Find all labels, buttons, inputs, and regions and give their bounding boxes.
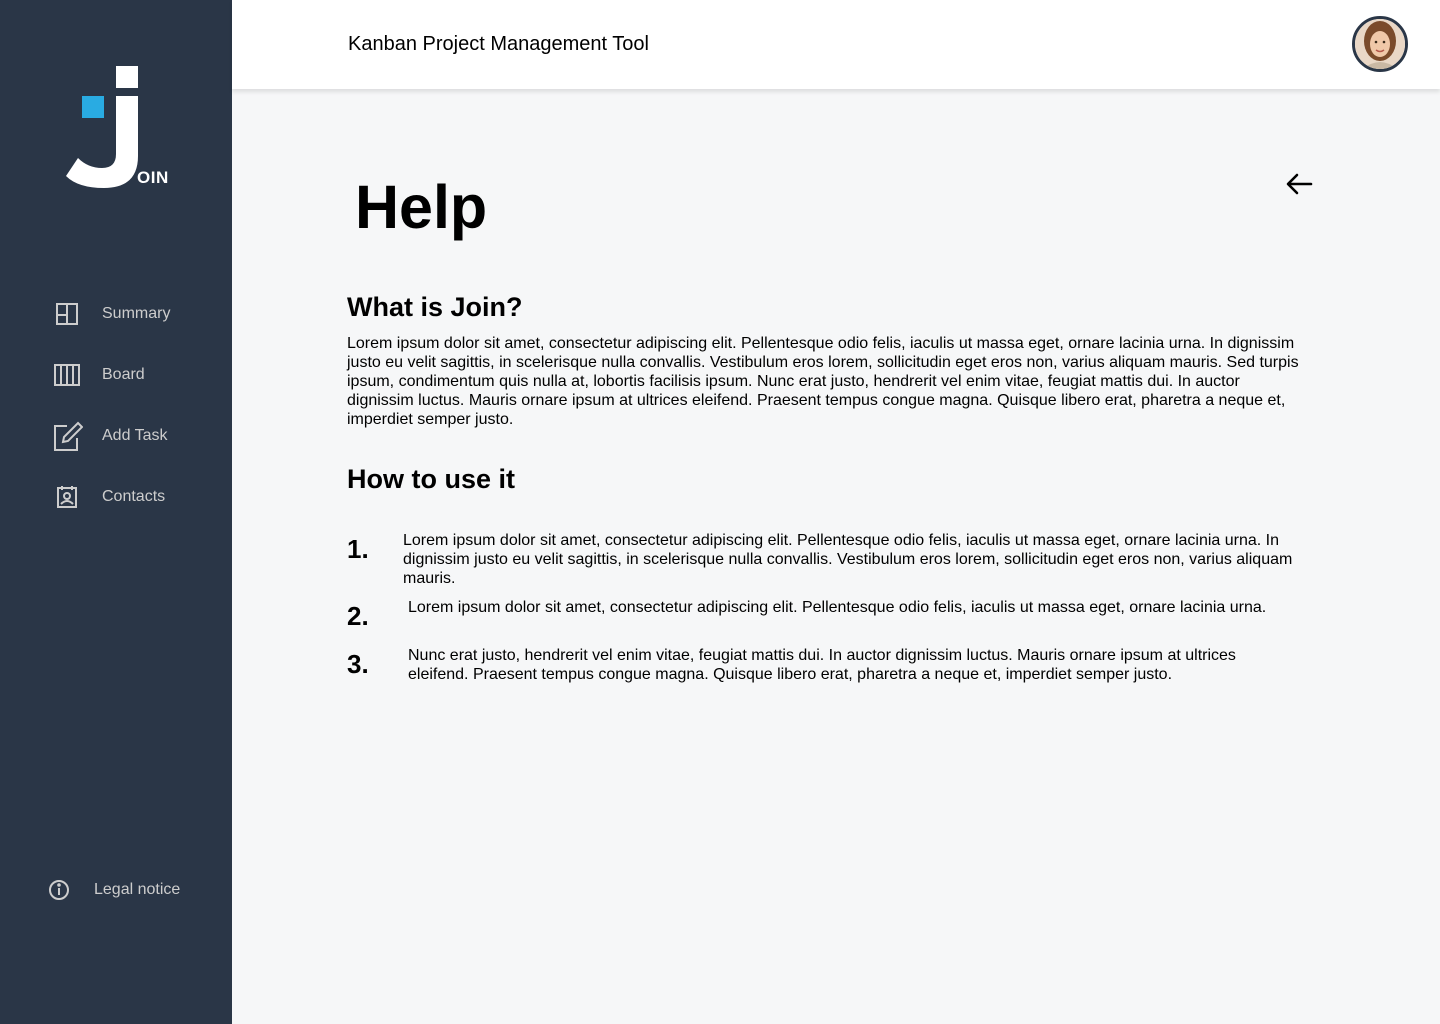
sidebar-item-legal-notice[interactable]: Legal notice xyxy=(42,873,180,907)
step-number: 2. xyxy=(347,601,369,631)
legal-notice-label: Legal notice xyxy=(94,881,181,898)
top-header: Kanban Project Management Tool xyxy=(232,0,1440,89)
sidebar-item-label: Contacts xyxy=(102,488,166,505)
sidebar-item-label: Add Task xyxy=(102,427,168,444)
step-text: Lorem ipsum dolor sit amet, consectetur … xyxy=(403,532,1293,587)
step-text: Nunc erat justo, hendrerit vel enim vita… xyxy=(408,647,1236,683)
list-item: 1. Lorem ipsum dolor sit amet, consectet… xyxy=(347,531,1293,588)
sidebar-item-summary[interactable]: Summary xyxy=(50,297,170,331)
sidebar-item-contacts[interactable]: Contacts xyxy=(50,480,165,514)
section-paragraph: Lorem ipsum dolor sit amet, consectetur … xyxy=(347,335,1299,428)
app-title: Kanban Project Management Tool xyxy=(348,33,649,55)
add-task-icon xyxy=(50,419,84,453)
section-title-what-is-join: What is Join? xyxy=(347,292,523,322)
contacts-icon xyxy=(50,480,84,514)
logo-text: OIN xyxy=(137,168,169,187)
section-title-how-to-use: How to use it xyxy=(347,464,515,494)
sidebar: OIN Summary Board Add Task Contacts Lega… xyxy=(0,0,232,1024)
list-item: 2. Lorem ipsum dolor sit amet, consectet… xyxy=(347,598,1298,632)
step-text: Lorem ipsum dolor sit amet, consectetur … xyxy=(408,599,1267,616)
step-number: 1. xyxy=(347,534,369,564)
page-title: Help xyxy=(355,173,488,241)
summary-icon xyxy=(50,297,84,331)
sidebar-item-label: Board xyxy=(102,366,145,383)
sidebar-item-add-task[interactable]: Add Task xyxy=(50,419,168,453)
sidebar-item-label: Summary xyxy=(102,305,171,322)
sidebar-item-board[interactable]: Board xyxy=(50,358,145,392)
list-item: 3. Nunc erat justo, hendrerit vel enim v… xyxy=(347,646,1298,684)
step-number: 3. xyxy=(347,649,369,679)
info-icon xyxy=(42,873,76,907)
back-arrow-icon[interactable] xyxy=(1283,168,1315,200)
user-avatar[interactable] xyxy=(1352,16,1408,72)
board-icon xyxy=(50,358,84,392)
